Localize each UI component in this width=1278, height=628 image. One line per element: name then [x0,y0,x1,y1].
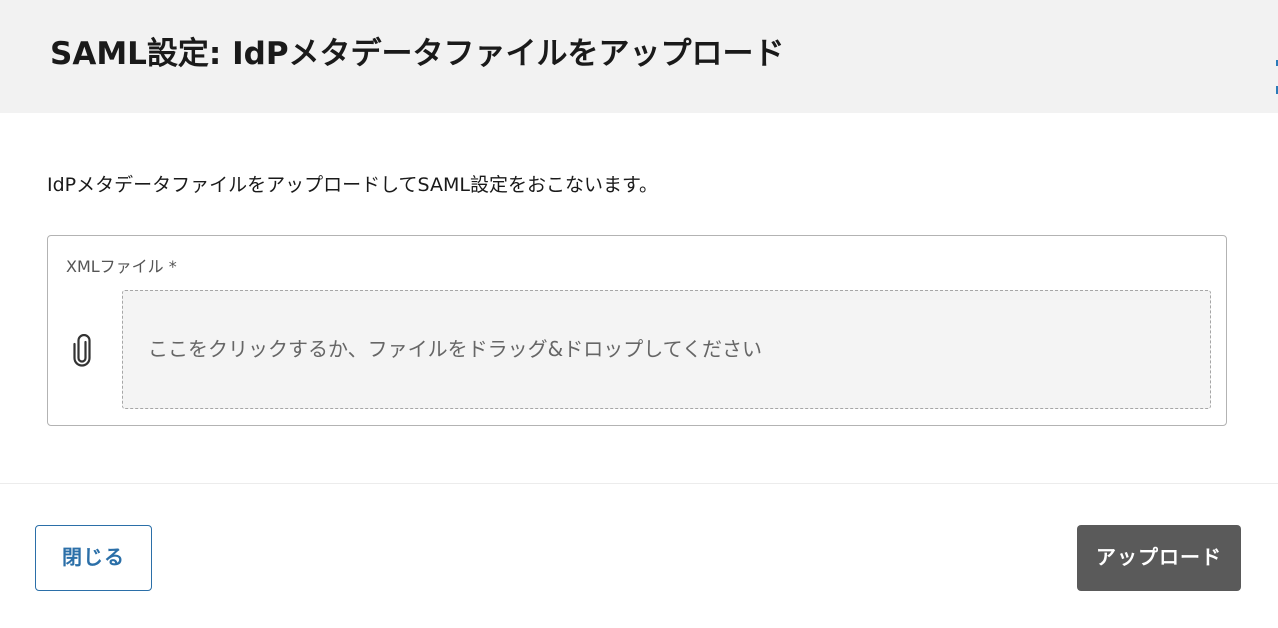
paperclip-icon[interactable] [71,334,93,368]
xml-file-field: XMLファイル * ここをクリックするか、ファイルをドラッグ&ドロップしてくださ… [47,235,1227,426]
xml-file-label: XMLファイル * [66,257,177,276]
saml-upload-dialog: SAML設定: IdPメタデータファイルをアップロード IdPメタデータファイル… [0,0,1278,628]
dialog-header: SAML設定: IdPメタデータファイルをアップロード [0,0,1278,113]
close-button[interactable]: 閉じる [35,525,152,591]
upload-button[interactable]: アップロード [1077,525,1241,591]
footer-divider [0,483,1278,484]
dialog-description: IdPメタデータファイルをアップロードしてSAML設定をおこないます。 [47,174,659,196]
file-drop-zone[interactable]: ここをクリックするか、ファイルをドラッグ&ドロップしてください [122,290,1211,409]
dialog-title: SAML設定: IdPメタデータファイルをアップロード [50,36,785,72]
drop-zone-text: ここをクリックするか、ファイルをドラッグ&ドロップしてください [148,337,762,361]
